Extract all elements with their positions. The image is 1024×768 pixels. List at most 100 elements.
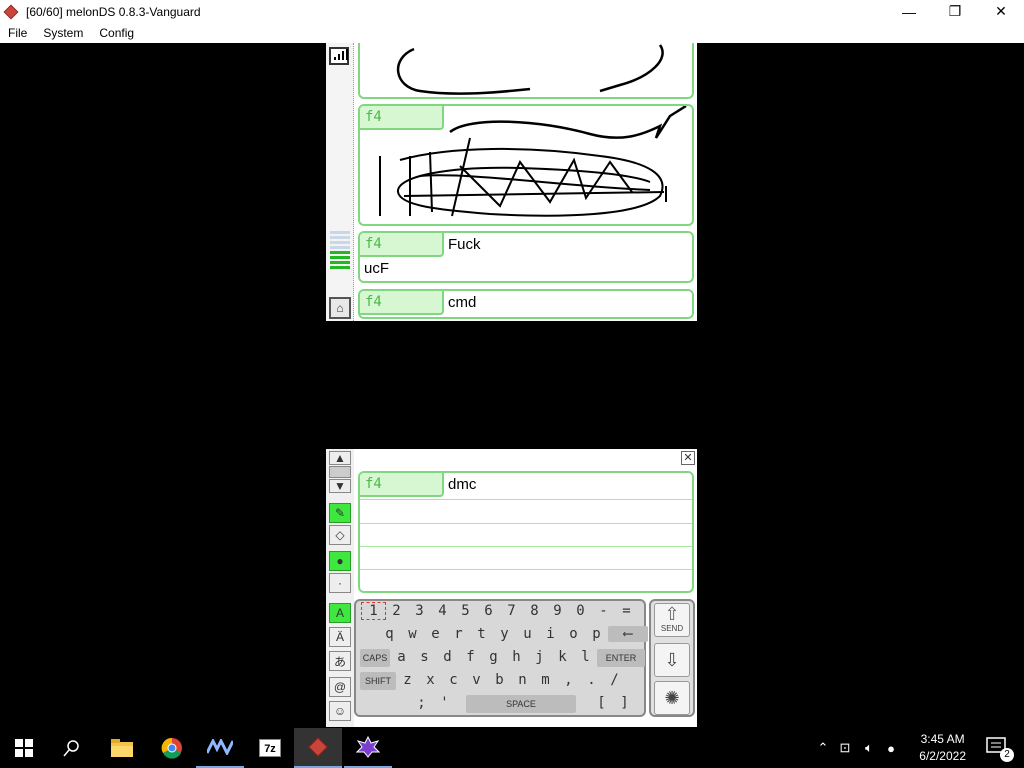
chrome-button[interactable]: [148, 728, 196, 768]
caps-key[interactable]: CAPS: [360, 649, 390, 667]
maximize-button[interactable]: ❐: [932, 0, 978, 23]
folder-icon: [111, 739, 133, 757]
close-icon[interactable]: ✕: [681, 451, 695, 465]
scroll-bar[interactable]: [329, 466, 351, 478]
key[interactable]: 9: [546, 603, 569, 619]
file-explorer-button[interactable]: [98, 728, 146, 768]
key[interactable]: i: [539, 626, 562, 642]
key[interactable]: 6: [477, 603, 500, 619]
drawing-canvas: [396, 44, 664, 95]
accent-keyboard-icon[interactable]: Ä: [329, 627, 351, 647]
menu-file[interactable]: File: [0, 26, 35, 40]
thick-pen-icon[interactable]: ●: [329, 551, 351, 571]
notification-center-button[interactable]: 2: [986, 736, 1014, 762]
key[interactable]: ': [433, 695, 456, 713]
space-key[interactable]: SPACE: [466, 695, 576, 713]
key[interactable]: p: [585, 626, 608, 642]
search-button[interactable]: [48, 728, 96, 768]
message-text-2: f4 cmd: [358, 289, 694, 319]
network-icon[interactable]: ⊡: [832, 740, 858, 756]
key[interactable]: a: [390, 649, 413, 667]
message-tag: f4: [360, 233, 444, 257]
app-va-button[interactable]: [196, 728, 244, 768]
key[interactable]: m: [534, 672, 557, 690]
title-bar: [60/60] melonDS 0.8.3-Vanguard — ❐ ✕: [0, 0, 1024, 23]
key[interactable]: r: [447, 626, 470, 642]
copy-message-button[interactable]: ⇩: [654, 643, 690, 677]
key[interactable]: t: [470, 626, 493, 642]
key[interactable]: 1: [361, 602, 386, 620]
key[interactable]: q: [378, 626, 401, 642]
keyboard-row-space: ; ' SPACE [ ]: [410, 695, 636, 713]
melonds-taskbar-button[interactable]: [294, 728, 342, 768]
key[interactable]: b: [488, 672, 511, 690]
start-button[interactable]: [0, 728, 48, 768]
compose-area[interactable]: f4 dmc: [358, 471, 694, 593]
backspace-key[interactable]: ⟵: [608, 626, 648, 642]
menu-bar: File System Config: [0, 23, 1024, 43]
eraser-tool-icon[interactable]: ◇: [329, 525, 351, 545]
key[interactable]: c: [442, 672, 465, 690]
key[interactable]: =: [615, 603, 638, 619]
enter-key[interactable]: ENTER: [597, 649, 645, 667]
top-screen: ⌂ f4 f4 Fuck ucF f4 cmd: [326, 43, 697, 321]
shift-key[interactable]: SHIFT: [360, 672, 396, 690]
key[interactable]: j: [528, 649, 551, 667]
pencil-tool-icon[interactable]: ✎: [329, 503, 351, 523]
thin-pen-icon[interactable]: ·: [329, 573, 351, 593]
close-button[interactable]: ✕: [978, 0, 1024, 23]
key[interactable]: n: [511, 672, 534, 690]
key[interactable]: [: [590, 695, 613, 713]
alphanumeric-keyboard-icon[interactable]: A: [329, 603, 351, 623]
key[interactable]: e: [424, 626, 447, 642]
key[interactable]: h: [505, 649, 528, 667]
key[interactable]: y: [493, 626, 516, 642]
key[interactable]: 4: [431, 603, 454, 619]
menu-system[interactable]: System: [35, 26, 91, 40]
clock[interactable]: 3:45 AM 6/2/2022: [919, 731, 966, 765]
key[interactable]: k: [551, 649, 574, 667]
key[interactable]: ]: [613, 695, 636, 713]
bottom-screen: ▲ ▼ ✎ ◇ ● · A Ä あ @ ☺ ✕ f4 dmc 1 2 3 4 5…: [326, 449, 697, 727]
minimize-button[interactable]: —: [886, 0, 932, 23]
key[interactable]: v: [465, 672, 488, 690]
kana-keyboard-icon[interactable]: あ: [329, 651, 351, 671]
key[interactable]: z: [396, 672, 419, 690]
key[interactable]: l: [574, 649, 597, 667]
key[interactable]: w: [401, 626, 424, 642]
scroll-up-button[interactable]: ▲: [329, 451, 351, 465]
chevron-up-icon[interactable]: ⌃: [814, 740, 832, 756]
key[interactable]: u: [516, 626, 539, 642]
7zip-button[interactable]: 7z: [246, 728, 294, 768]
key[interactable]: x: [419, 672, 442, 690]
message-tag: f4: [360, 291, 444, 315]
key[interactable]: 3: [408, 603, 431, 619]
key[interactable]: .: [580, 672, 603, 690]
menu-config[interactable]: Config: [91, 26, 142, 40]
key[interactable]: 0: [569, 603, 592, 619]
key[interactable]: 2: [385, 603, 408, 619]
windows-icon: [15, 739, 33, 757]
volume-icon[interactable]: 🔈︎: [858, 740, 880, 756]
bizhawk-button[interactable]: [344, 728, 392, 768]
key[interactable]: 8: [523, 603, 546, 619]
on-screen-keyboard: 1 2 3 4 5 6 7 8 9 0 - = q w e r t y u i …: [354, 599, 648, 717]
clear-button[interactable]: ✺: [654, 681, 690, 715]
key[interactable]: g: [482, 649, 505, 667]
key[interactable]: /: [603, 672, 626, 690]
key[interactable]: d: [436, 649, 459, 667]
send-arrow-icon: ⇧: [664, 604, 680, 624]
key[interactable]: 7: [500, 603, 523, 619]
key[interactable]: f: [459, 649, 482, 667]
scroll-down-button[interactable]: ▼: [329, 479, 351, 493]
send-button[interactable]: ⇧ SEND: [654, 603, 690, 637]
key[interactable]: 5: [454, 603, 477, 619]
key[interactable]: s: [413, 649, 436, 667]
symbols-keyboard-icon[interactable]: @: [329, 677, 351, 697]
microphone-icon[interactable]: ●: [880, 741, 902, 756]
key[interactable]: ,: [557, 672, 580, 690]
key[interactable]: -: [592, 603, 615, 619]
emoticon-keyboard-icon[interactable]: ☺: [329, 701, 351, 721]
key[interactable]: ;: [410, 695, 433, 713]
key[interactable]: o: [562, 626, 585, 642]
